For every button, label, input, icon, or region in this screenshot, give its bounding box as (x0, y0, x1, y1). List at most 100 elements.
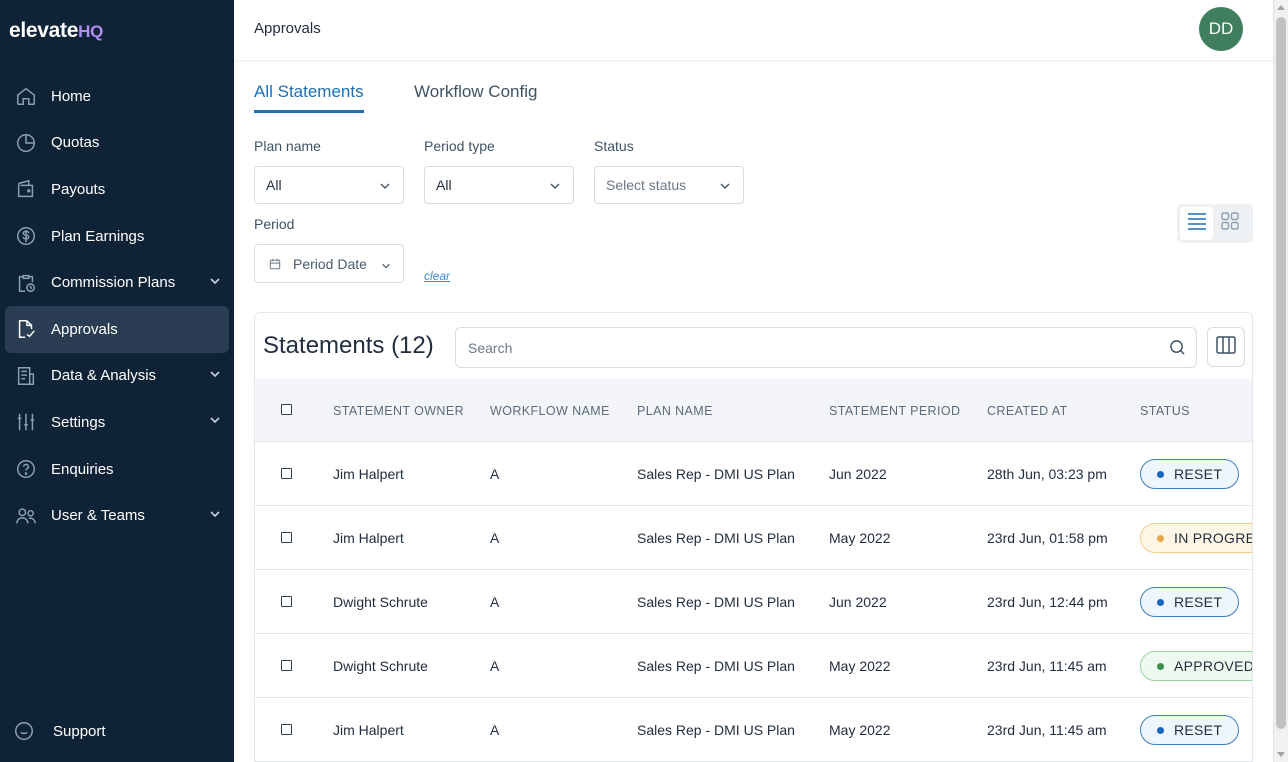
statement-period: Jun 2022 (829, 594, 887, 610)
sidebar-item-label: Plan Earnings (51, 227, 145, 245)
sidebar-item-settings[interactable]: Settings (5, 399, 229, 446)
brand-logo[interactable]: elevateHQ (9, 19, 103, 43)
chevron-down-icon (209, 507, 221, 525)
plan-name: Sales Rep - DMI US Plan (637, 658, 795, 674)
table-row[interactable]: Jim Halpert A Sales Rep - DMI US Plan Ma… (255, 698, 1252, 762)
table-header: STATEMENT OWNER WORKFLOW NAME PLAN NAME … (255, 379, 1252, 442)
period-type-select[interactable]: All (424, 166, 574, 204)
status-dot (1157, 598, 1164, 606)
column-header-statement-owner[interactable]: STATEMENT OWNER (333, 404, 464, 418)
page-scrollbar[interactable] (1273, 0, 1288, 762)
chat-icon (13, 720, 35, 742)
chevron-down-icon (379, 179, 391, 195)
list-view-button[interactable] (1180, 207, 1213, 240)
column-header-plan-name[interactable]: PLAN NAME (637, 404, 713, 418)
status-badge: APPROVED (1140, 651, 1253, 681)
table-row[interactable]: Dwight Schrute A Sales Rep - DMI US Plan… (255, 570, 1252, 634)
created-at: 23rd Jun, 12:44 pm (987, 594, 1108, 610)
period-type-label: Period type (424, 138, 495, 154)
plan-name: Sales Rep - DMI US Plan (637, 530, 795, 546)
workflow-name: A (490, 594, 500, 610)
avatar[interactable]: DD (1199, 7, 1243, 51)
grid-icon (1220, 212, 1239, 235)
select-all-checkbox[interactable] (281, 404, 292, 415)
view-toggle (1177, 204, 1253, 243)
status-placeholder: Select status (606, 177, 687, 193)
support-link[interactable]: Support (13, 720, 106, 742)
sidebar-item-user-teams[interactable]: User & Teams (5, 492, 229, 539)
clear-filters-link[interactable]: clear (424, 269, 450, 283)
statement-owner: Jim Halpert (333, 466, 404, 482)
sidebar-item-approvals[interactable]: Approvals (5, 305, 229, 353)
column-header-status[interactable]: STATUS (1140, 404, 1190, 418)
sidebar-item-label: Enquiries (51, 460, 114, 478)
search-input[interactable] (468, 339, 1148, 356)
row-checkbox[interactable] (281, 724, 292, 735)
sidebar-item-data-analysis[interactable]: Data & Analysis (5, 353, 229, 400)
table-row[interactable]: Jim Halpert A Sales Rep - DMI US Plan Ma… (255, 506, 1252, 570)
columns-icon (1216, 335, 1236, 359)
sidebar-item-quotas[interactable]: Quotas (5, 120, 229, 167)
sidebar-item-label: Data & Analysis (51, 367, 157, 385)
status-select[interactable]: Select status (594, 166, 744, 204)
workflow-name: A (490, 722, 500, 738)
row-checkbox[interactable] (281, 468, 292, 479)
chevron-down-icon (549, 179, 561, 195)
report-icon (15, 365, 37, 387)
support-label: Support (53, 722, 106, 740)
column-header-created-at[interactable]: CREATED AT (987, 404, 1068, 418)
status-text: RESET (1174, 466, 1223, 482)
tab-workflow-config[interactable]: Workflow Config (414, 82, 537, 110)
row-checkbox[interactable] (281, 532, 292, 543)
statements-title: Statements (12) (263, 332, 434, 359)
grid-view-button[interactable] (1213, 207, 1246, 240)
created-at: 28th Jun, 03:23 pm (987, 466, 1107, 482)
plan-name: Sales Rep - DMI US Plan (637, 722, 795, 738)
table-row[interactable]: Jim Halpert A Sales Rep - DMI US Plan Ju… (255, 442, 1252, 506)
sidebar-item-enquiries[interactable]: Enquiries (5, 446, 229, 493)
status-badge: IN PROGRESS (1140, 523, 1252, 553)
status-text: APPROVED (1174, 658, 1253, 674)
status-dot (1157, 534, 1164, 542)
sidebar-item-plan-earnings[interactable]: Plan Earnings (5, 213, 229, 260)
statement-period: May 2022 (829, 658, 891, 674)
sidebar-item-home[interactable]: Home (5, 73, 229, 120)
period-date-picker[interactable]: Period Date (254, 244, 404, 283)
search-icon[interactable] (1169, 339, 1186, 361)
sidebar-item-commission-plans[interactable]: Commission Plans (5, 259, 229, 306)
clipboard-clock-icon (15, 272, 37, 294)
sidebar-item-payouts[interactable]: Payouts (5, 166, 229, 213)
sidebar-item-label: Commission Plans (51, 274, 176, 292)
columns-button[interactable] (1207, 327, 1245, 367)
created-at: 23rd Jun, 01:58 pm (987, 530, 1108, 546)
scroll-thumb[interactable] (1276, 17, 1286, 729)
row-checkbox[interactable] (281, 660, 292, 671)
period-label: Period (254, 216, 295, 232)
workflow-name: A (490, 658, 500, 674)
table-row[interactable]: Dwight Schrute A Sales Rep - DMI US Plan… (255, 634, 1253, 698)
page-title: Approvals (254, 20, 321, 37)
status-badge: RESET (1140, 587, 1240, 617)
scroll-up-arrow[interactable] (1277, 5, 1285, 10)
plan-name-select[interactable]: All (254, 166, 404, 204)
calendar-icon (269, 257, 283, 271)
statement-owner: Dwight Schrute (333, 594, 428, 610)
search-box (455, 327, 1197, 368)
status-text: IN PROGRESS (1174, 530, 1252, 546)
statement-period: Jun 2022 (829, 466, 887, 482)
created-at: 23rd Jun, 11:45 am (987, 658, 1107, 674)
tab-all-statements[interactable]: All Statements (254, 82, 364, 113)
column-header-workflow-name[interactable]: WORKFLOW NAME (490, 404, 610, 418)
sliders-icon (15, 411, 37, 433)
scroll-down-arrow[interactable] (1277, 752, 1285, 757)
chevron-down-icon (209, 274, 221, 292)
sidebar: elevateHQ Home Quotas Payouts Plan Earni… (0, 0, 234, 762)
home-icon (15, 85, 37, 107)
column-header-statement-period[interactable]: STATEMENT PERIOD (829, 404, 960, 418)
status-text: RESET (1174, 722, 1223, 738)
pie-chart-icon (15, 132, 37, 154)
row-checkbox[interactable] (281, 596, 292, 607)
help-circle-icon (15, 458, 37, 480)
statement-period: May 2022 (829, 722, 891, 738)
workflow-name: A (490, 530, 500, 546)
